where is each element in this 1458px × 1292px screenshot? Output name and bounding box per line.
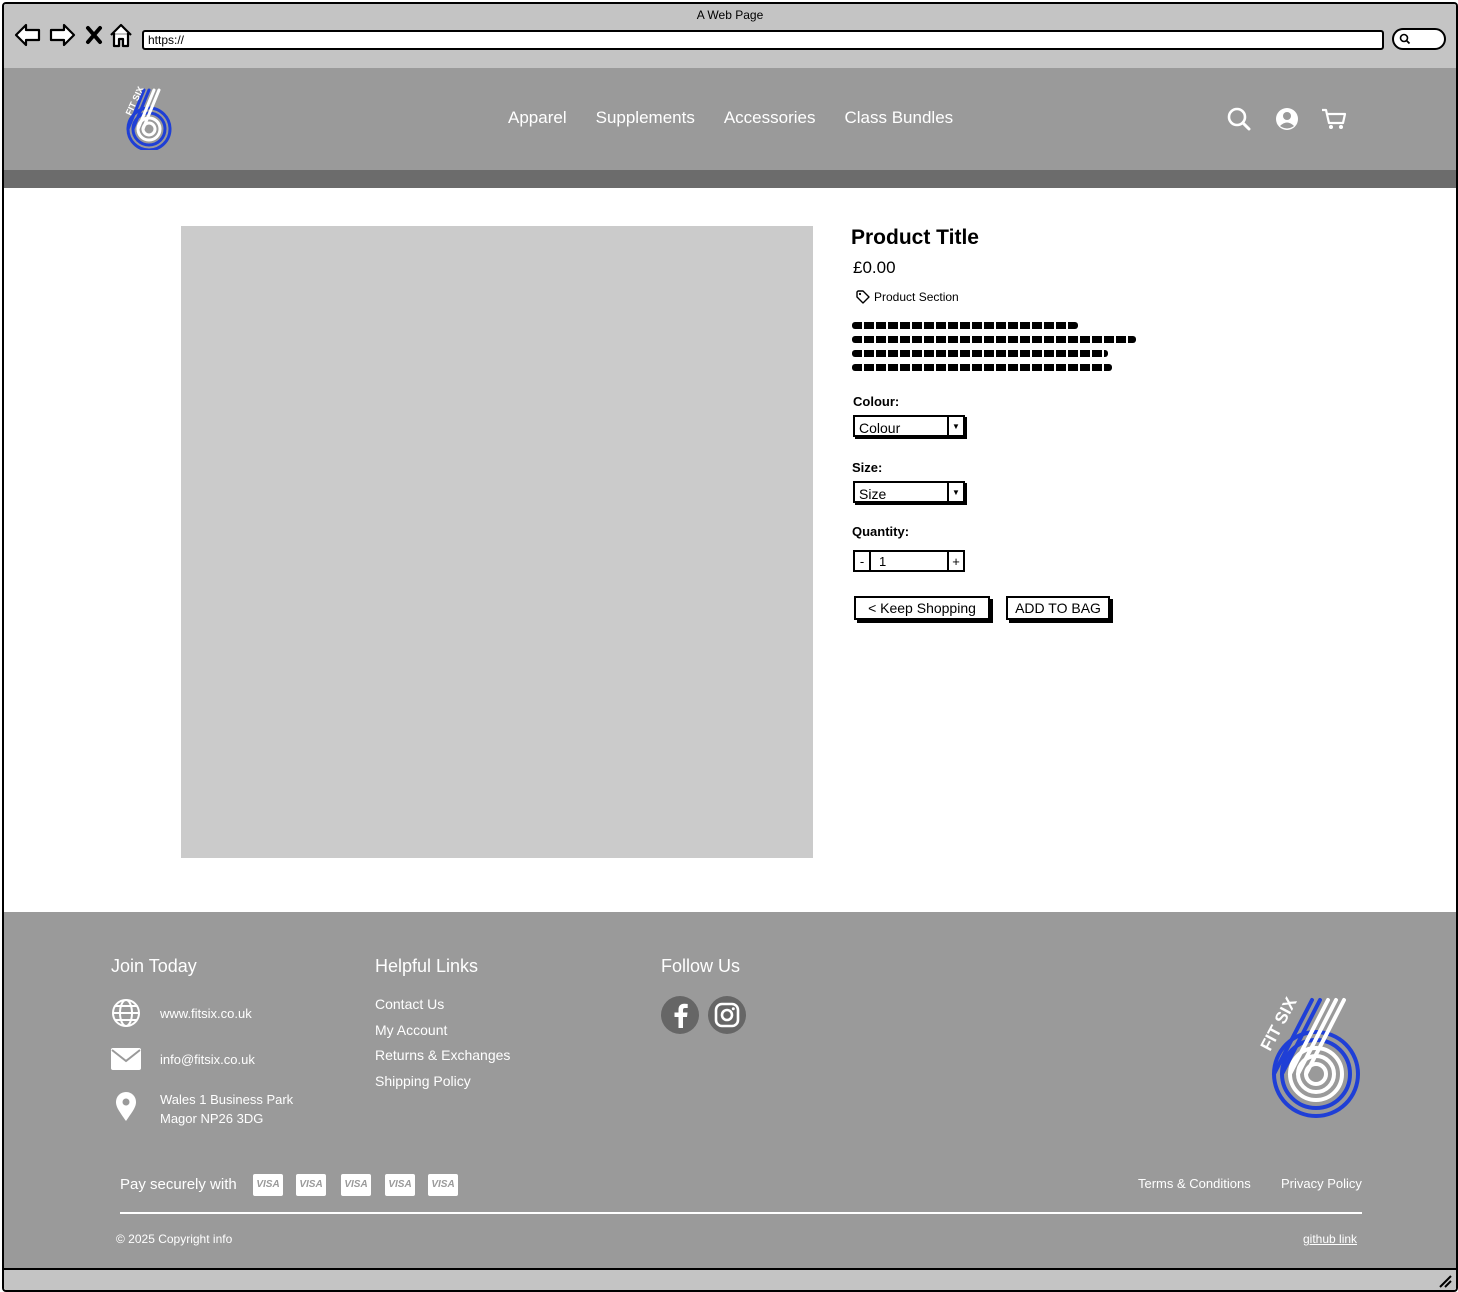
contact-us-link[interactable]: Contact Us: [375, 996, 444, 1012]
globe-icon: [112, 999, 140, 1027]
quantity-stepper: - 1 +: [853, 550, 965, 572]
browser-status-bar: [4, 1268, 1456, 1290]
footer-divider: [120, 1212, 1362, 1214]
nav-supplements[interactable]: Supplements: [596, 108, 695, 128]
product-description-placeholder: [852, 322, 1138, 378]
website-row: www.fitsix.co.uk: [111, 998, 252, 1028]
pay-securely-label: Pay securely with: [120, 1176, 237, 1193]
increment-button[interactable]: +: [947, 550, 965, 572]
email-link[interactable]: info@fitsix.co.uk: [160, 1050, 255, 1069]
description-line: [852, 336, 1136, 343]
address-line-2: Magor NP26 3DG: [160, 1111, 264, 1126]
product-image-placeholder: [181, 226, 813, 858]
product-title: Product Title: [851, 226, 979, 249]
product-section-label: Product Section: [874, 290, 959, 304]
visa-card-icon: VISA: [253, 1174, 283, 1196]
helpful-links-heading: Helpful Links: [375, 956, 479, 976]
nav-class-bundles[interactable]: Class Bundles: [844, 108, 953, 128]
copyright-text: © 2025 Copyright info: [116, 1232, 233, 1246]
email-row: info@fitsix.co.uk: [111, 1048, 255, 1070]
website-link[interactable]: www.fitsix.co.uk: [160, 1004, 252, 1023]
product-section[interactable]: Product Section: [856, 290, 959, 304]
logo-text: FIT SIX: [124, 85, 146, 117]
visa-card-icon: VISA: [296, 1174, 326, 1196]
size-select-value: Size: [859, 486, 887, 502]
nav-accessories[interactable]: Accessories: [724, 108, 816, 128]
back-icon[interactable]: [14, 22, 42, 48]
keep-shopping-button[interactable]: < Keep Shopping: [854, 596, 990, 620]
shipping-policy-link[interactable]: Shipping Policy: [375, 1073, 471, 1089]
decrement-button[interactable]: -: [853, 550, 871, 572]
visa-card-icon: VISA: [385, 1174, 415, 1196]
nav-apparel[interactable]: Apparel: [508, 108, 567, 128]
search-icon[interactable]: [1226, 106, 1252, 132]
description-line: [852, 350, 1108, 357]
browser-chrome: A Web Page https://: [4, 4, 1456, 70]
fit-six-logo-large[interactable]: FIT SIX: [1254, 990, 1366, 1120]
terms-link[interactable]: Terms & Conditions: [1138, 1176, 1251, 1191]
facebook-icon[interactable]: [661, 996, 699, 1034]
colour-select-value: Colour: [859, 420, 901, 436]
product-price: £0.00: [853, 258, 896, 277]
address-row: Wales 1 Business Park Magor NP26 3DG: [115, 1090, 293, 1128]
forward-icon[interactable]: [48, 22, 76, 48]
description-line: [852, 364, 1112, 371]
visa-card-icon: VISA: [341, 1174, 371, 1196]
logo-text: FIT SIX: [1257, 994, 1301, 1054]
colour-label: Colour:: [853, 394, 900, 409]
quantity-label: Quantity:: [852, 524, 910, 539]
home-icon[interactable]: [108, 22, 134, 48]
follow-us-heading: Follow Us: [661, 956, 741, 976]
visa-card-icon: VISA: [428, 1174, 458, 1196]
description-line: [852, 322, 1078, 329]
stop-icon[interactable]: [84, 22, 104, 48]
cart-icon[interactable]: [1320, 106, 1348, 132]
site-footer: Join Today www.fitsix.co.uk info@fitsix.…: [4, 912, 1456, 1268]
chevron-down-icon: ▼: [947, 483, 963, 501]
join-heading: Join Today: [111, 956, 197, 976]
header-strip: [4, 170, 1456, 188]
browser-window: A Web Page https:// FIT SIX Apparel Supp…: [2, 2, 1458, 1292]
github-link[interactable]: github link: [1303, 1232, 1357, 1246]
search-icon: [1399, 33, 1411, 45]
window-title: A Web Page: [696, 8, 764, 22]
fit-six-logo[interactable]: FIT SIX: [116, 84, 176, 150]
privacy-link[interactable]: Privacy Policy: [1281, 1176, 1362, 1191]
resize-grip-icon[interactable]: [1438, 1274, 1452, 1288]
account-icon[interactable]: [1274, 106, 1300, 132]
size-label: Size:: [852, 460, 883, 475]
browser-search-box[interactable]: [1392, 28, 1446, 50]
add-to-bag-button[interactable]: ADD TO BAG: [1006, 596, 1110, 620]
mail-icon: [111, 1048, 141, 1070]
tag-icon: [856, 290, 870, 304]
returns-exchanges-link[interactable]: Returns & Exchanges: [375, 1047, 510, 1063]
colour-select[interactable]: Colour ▼: [853, 415, 965, 437]
location-pin-icon: [116, 1092, 136, 1121]
site-header: FIT SIX Apparel Supplements Accessories …: [4, 68, 1456, 170]
instagram-icon[interactable]: [708, 996, 746, 1034]
chevron-down-icon: ▼: [947, 417, 963, 435]
main-nav: Apparel Supplements Accessories Class Bu…: [508, 108, 953, 128]
my-account-link[interactable]: My Account: [375, 1022, 447, 1038]
size-select[interactable]: Size ▼: [853, 481, 965, 503]
quantity-input[interactable]: 1: [871, 550, 947, 572]
address-line-1: Wales 1 Business Park: [160, 1092, 294, 1107]
url-bar[interactable]: https://: [142, 30, 1384, 50]
